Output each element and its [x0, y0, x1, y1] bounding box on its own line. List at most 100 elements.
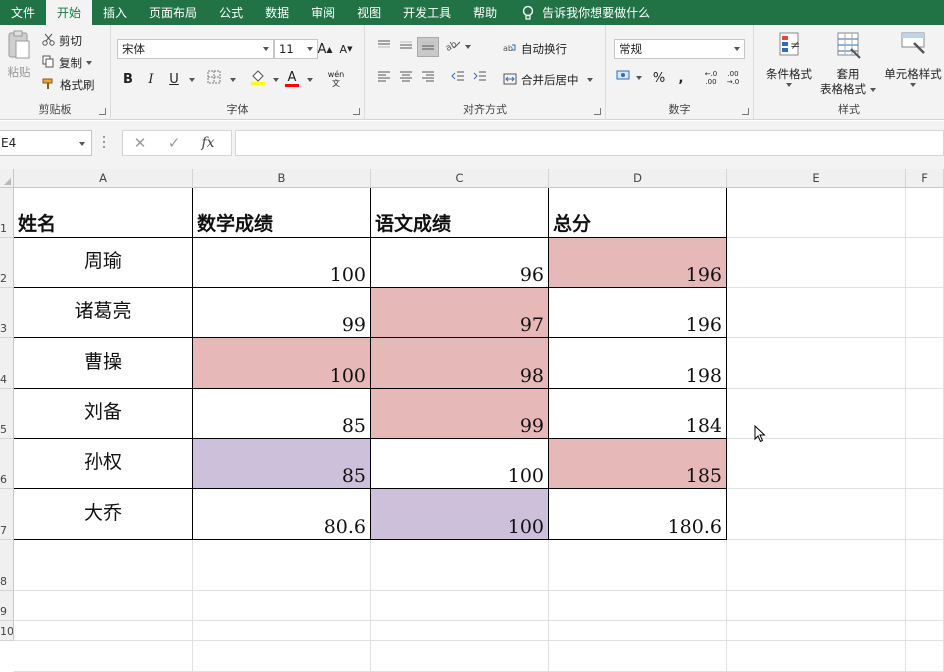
score-cell[interactable]: 80.6: [193, 489, 371, 540]
cut-button[interactable]: 剪切: [42, 33, 82, 49]
font-launcher-icon[interactable]: [353, 108, 360, 115]
name-cell[interactable]: 诸葛亮: [14, 288, 193, 338]
grid-cell[interactable]: [371, 540, 549, 591]
score-cell[interactable]: 100: [193, 238, 371, 288]
cancel-icon[interactable]: ✕: [123, 134, 157, 152]
decrease-decimal-button[interactable]: .00 →.0: [722, 68, 744, 88]
tab-home[interactable]: 开始: [46, 0, 93, 25]
grid-cell[interactable]: [906, 489, 944, 540]
name-box-dropdown-icon[interactable]: [79, 142, 85, 146]
grid-cell[interactable]: [371, 591, 549, 621]
table-header-cell[interactable]: 姓名: [14, 188, 193, 238]
tab-insert[interactable]: 插入: [92, 0, 138, 25]
merge-center-button[interactable]: 合并后居中: [503, 72, 593, 88]
name-box[interactable]: E4: [0, 130, 92, 156]
score-cell[interactable]: 97: [371, 288, 549, 338]
cell-styles-button[interactable]: 单元格样式: [882, 29, 944, 87]
column-header-c[interactable]: C: [371, 169, 549, 188]
score-cell[interactable]: 85: [193, 439, 371, 489]
underline-button[interactable]: U: [163, 69, 185, 89]
grid-cell[interactable]: [906, 238, 944, 288]
tab-view[interactable]: 视图: [346, 0, 392, 25]
grid-cell[interactable]: [193, 591, 371, 621]
tab-page-layout[interactable]: 页面布局: [138, 0, 208, 25]
name-cell[interactable]: 大乔: [14, 489, 193, 540]
column-header-f[interactable]: F: [906, 169, 944, 188]
select-all-corner[interactable]: [0, 169, 14, 188]
score-cell[interactable]: 100: [193, 338, 371, 389]
grid-cell[interactable]: [371, 621, 549, 641]
score-cell[interactable]: 96: [371, 238, 549, 288]
score-cell[interactable]: 180.6: [549, 489, 727, 540]
grid-cell[interactable]: [193, 540, 371, 591]
grid-cell[interactable]: [549, 540, 727, 591]
grid-cell[interactable]: [727, 591, 906, 621]
score-cell[interactable]: 100: [371, 439, 549, 489]
name-cell[interactable]: 孙权: [14, 439, 193, 489]
enter-icon[interactable]: ✓: [157, 134, 191, 152]
phonetic-button[interactable]: wén 文: [323, 69, 349, 89]
grid-cell[interactable]: [727, 188, 906, 238]
tab-review[interactable]: 审阅: [300, 0, 346, 25]
borders-button[interactable]: [203, 69, 225, 89]
grid-cell[interactable]: [193, 621, 371, 641]
formula-input[interactable]: [235, 130, 944, 156]
accounting-format-button[interactable]: [614, 68, 644, 88]
score-cell[interactable]: 85: [193, 389, 371, 439]
grid-cell[interactable]: [727, 489, 906, 540]
name-cell[interactable]: 刘备: [14, 389, 193, 439]
grid-cell[interactable]: [193, 641, 371, 672]
row-header-7[interactable]: 7: [0, 489, 14, 540]
row-header-6[interactable]: 6: [0, 439, 14, 489]
spreadsheet-grid[interactable]: A B C D E F 1 2 3 4 5 6 7 8 9 10 姓名 数学成绩 语文成绩 总分 周瑜 100 96 196 诸…: [0, 169, 944, 672]
conditional-formatting-button[interactable]: ≠ 条件格式: [762, 29, 816, 87]
grid-cell[interactable]: [727, 338, 906, 389]
font-size-combo[interactable]: 11: [274, 39, 318, 59]
paste-button[interactable]: 粘贴: [4, 29, 34, 80]
increase-decimal-button[interactable]: ←.0 .00: [700, 68, 722, 88]
grid-cell[interactable]: [727, 288, 906, 338]
number-launcher-icon[interactable]: [742, 108, 749, 115]
fill-color-dropdown-icon[interactable]: [273, 78, 279, 82]
tell-me-search[interactable]: 告诉我你想要做什么: [508, 0, 650, 25]
grid-cell[interactable]: [906, 621, 944, 641]
score-cell[interactable]: 99: [371, 389, 549, 439]
score-cell[interactable]: 198: [549, 338, 727, 389]
score-cell[interactable]: 100: [371, 489, 549, 540]
score-cell[interactable]: 185: [549, 439, 727, 489]
row-header-5[interactable]: 5: [0, 389, 14, 439]
decrease-indent-button[interactable]: [447, 68, 469, 88]
row-header-10[interactable]: 10: [0, 621, 14, 641]
orientation-button[interactable]: ab: [444, 37, 471, 57]
grid-cell[interactable]: [906, 591, 944, 621]
font-color-button[interactable]: A: [281, 69, 303, 89]
score-cell[interactable]: 184: [549, 389, 727, 439]
tab-formulas[interactable]: 公式: [208, 0, 254, 25]
column-header-b[interactable]: B: [193, 169, 371, 188]
number-format-combo[interactable]: 常规: [614, 39, 745, 59]
grid-cell[interactable]: [549, 621, 727, 641]
merge-dropdown-icon[interactable]: [586, 78, 593, 82]
row-header-8[interactable]: 8: [0, 540, 14, 591]
table-header-cell[interactable]: 数学成绩: [193, 188, 371, 238]
alignment-launcher-icon[interactable]: [594, 108, 601, 115]
wrap-text-button[interactable]: ab 自动换行: [503, 41, 567, 57]
table-header-cell[interactable]: 总分: [549, 188, 727, 238]
grid-cell[interactable]: [14, 591, 193, 621]
score-cell[interactable]: 196: [549, 288, 727, 338]
grid-cell[interactable]: [371, 641, 549, 672]
align-top-button[interactable]: [373, 37, 395, 57]
grid-cell[interactable]: [906, 188, 944, 238]
grid-cell[interactable]: [906, 389, 944, 439]
tab-data[interactable]: 数据: [254, 0, 300, 25]
font-color-dropdown-icon[interactable]: [307, 78, 313, 82]
name-cell[interactable]: 曹操: [14, 338, 193, 389]
column-header-d[interactable]: D: [549, 169, 727, 188]
grid-cell[interactable]: [549, 641, 727, 672]
align-middle-button[interactable]: [395, 37, 417, 57]
copy-dropdown-icon[interactable]: [86, 61, 92, 65]
grid-cell[interactable]: [14, 621, 193, 641]
score-cell[interactable]: 98: [371, 338, 549, 389]
comma-style-button[interactable]: ,: [670, 68, 692, 88]
format-as-table-button[interactable]: 套用 表格格式: [818, 29, 878, 97]
